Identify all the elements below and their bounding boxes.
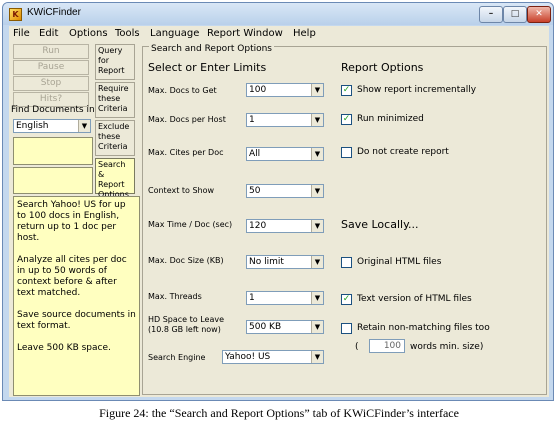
save-locally-heading: Save Locally...: [341, 218, 419, 231]
summary-line: Analyze all cites per doc in up to 50 wo…: [17, 255, 127, 298]
retain-nonmatching-checkbox[interactable]: [341, 323, 352, 334]
figure-caption: Figure 24: the “Search and Report Option…: [99, 406, 459, 420]
minimize-button[interactable]: –: [479, 6, 503, 23]
menu-options[interactable]: Options: [69, 28, 108, 39]
main-client-area: Run Pause Stop Hits? Find Documents in E…: [9, 42, 549, 397]
min-words-input[interactable]: 100: [369, 339, 405, 353]
require-criteria-preview: [13, 137, 93, 165]
max-docs-per-host-combo[interactable]: 1 ▼: [246, 113, 324, 127]
no-report-label: Do not create report: [357, 147, 449, 157]
min-words-label: words min. size): [410, 342, 484, 352]
max-threads-combo[interactable]: 1 ▼: [246, 291, 324, 305]
menu-report-window[interactable]: Report Window: [207, 28, 283, 39]
summary-line: Search Yahoo! US for up to 100 docs in E…: [17, 200, 126, 243]
chevron-down-icon[interactable]: ▼: [78, 120, 90, 132]
menu-language[interactable]: Language: [150, 28, 199, 39]
min-size-open-paren: (: [355, 342, 359, 352]
search-summary-panel: Search Yahoo! US for up to 100 docs in E…: [13, 196, 140, 396]
max-docs-per-host-label: Max. Docs per Host: [148, 115, 226, 124]
find-documents-label: Find Documents in: [11, 105, 95, 115]
chevron-down-icon[interactable]: ▼: [311, 185, 323, 197]
chevron-down-icon[interactable]: ▼: [311, 114, 323, 126]
report-options-heading: Report Options: [341, 61, 424, 74]
max-cites-combo[interactable]: All ▼: [246, 147, 324, 161]
run-minimized-label: Run minimized: [357, 114, 424, 124]
menu-help[interactable]: Help: [293, 28, 316, 39]
max-time-combo[interactable]: 120 ▼: [246, 219, 324, 233]
combo-value: 50: [249, 186, 261, 196]
tab-search-report-options[interactable]: Search & Report Options: [95, 158, 135, 199]
combo-value: All: [249, 149, 261, 159]
original-html-checkbox[interactable]: [341, 257, 352, 268]
limits-heading: Select or Enter Limits: [148, 61, 267, 74]
max-docs-combo[interactable]: 100 ▼: [246, 83, 324, 97]
tab-query-for-report[interactable]: Query for Report: [95, 44, 135, 80]
combo-value: 1: [249, 293, 255, 303]
chevron-down-icon[interactable]: ▼: [311, 256, 323, 268]
combo-value: No limit: [249, 257, 284, 267]
combo-value: 100: [249, 85, 267, 95]
pause-button[interactable]: Pause: [13, 60, 89, 75]
run-button[interactable]: Run: [13, 44, 89, 59]
tab-exclude-criteria[interactable]: Exclude these Criteria: [95, 120, 135, 156]
stop-button[interactable]: Stop: [13, 76, 89, 91]
title-bar: K KWiCFinder – □ ✕: [3, 3, 553, 25]
max-docs-label: Max. Docs to Get: [148, 86, 217, 95]
combo-value: 120: [249, 221, 267, 231]
summary-line: Leave 500 KB space.: [17, 343, 111, 353]
kwicfinder-app-icon: K: [9, 8, 22, 21]
combo-value: 1: [249, 115, 255, 125]
max-threads-label: Max. Threads: [148, 292, 202, 301]
max-cites-label: Max. Cites per Doc: [148, 148, 224, 157]
combo-value: Yahoo! US: [225, 352, 271, 362]
menu-tools[interactable]: Tools: [115, 28, 140, 39]
max-doc-size-combo[interactable]: No limit ▼: [246, 255, 324, 269]
menu-bar: File Edit Options Tools Language Report …: [9, 26, 549, 42]
search-engine-combo[interactable]: Yahoo! US ▼: [222, 350, 324, 364]
close-button[interactable]: ✕: [527, 6, 551, 23]
hd-space-label: HD Space to Leave (10.8 GB left now): [148, 315, 225, 334]
chevron-down-icon[interactable]: ▼: [311, 292, 323, 304]
chevron-down-icon[interactable]: ▼: [311, 84, 323, 96]
menu-file[interactable]: File: [13, 28, 30, 39]
show-incrementally-label: Show report incrementally: [357, 85, 477, 95]
chevron-down-icon[interactable]: ▼: [311, 351, 323, 363]
original-html-label: Original HTML files: [357, 257, 442, 267]
summary-line: Save source documents in text format.: [17, 310, 136, 331]
run-minimized-checkbox[interactable]: ✓: [341, 114, 352, 125]
window-title: KWiCFinder: [27, 7, 81, 18]
tab-require-criteria[interactable]: Require these Criteria: [95, 82, 135, 118]
chevron-down-icon[interactable]: ▼: [311, 148, 323, 160]
menu-edit[interactable]: Edit: [39, 28, 58, 39]
combo-value: 500 KB: [249, 322, 282, 332]
context-combo[interactable]: 50 ▼: [246, 184, 324, 198]
text-version-label: Text version of HTML files: [357, 294, 472, 304]
language-select[interactable]: English ▼: [13, 119, 91, 133]
show-incrementally-checkbox[interactable]: ✓: [341, 85, 352, 96]
group-title: Search and Report Options: [149, 44, 274, 54]
no-report-checkbox[interactable]: [341, 147, 352, 158]
search-engine-label: Search Engine: [148, 353, 206, 362]
chevron-down-icon[interactable]: ▼: [311, 220, 323, 232]
search-report-options-group: Search and Report Options Select or Ente…: [142, 44, 547, 395]
chevron-down-icon[interactable]: ▼: [311, 321, 323, 333]
exclude-criteria-preview: [13, 167, 93, 194]
text-version-checkbox[interactable]: ✓: [341, 294, 352, 305]
hd-space-combo[interactable]: 500 KB ▼: [246, 320, 324, 334]
max-time-label: Max Time / Doc (sec): [148, 220, 233, 229]
language-value: English: [16, 121, 49, 131]
max-doc-size-label: Max. Doc Size (KB): [148, 256, 224, 265]
context-label: Context to Show: [148, 186, 215, 195]
app-window: K KWiCFinder – □ ✕ File Edit Options Too…: [2, 2, 554, 401]
retain-nonmatching-label: Retain non-matching files too: [357, 323, 490, 333]
maximize-button[interactable]: □: [503, 6, 527, 23]
